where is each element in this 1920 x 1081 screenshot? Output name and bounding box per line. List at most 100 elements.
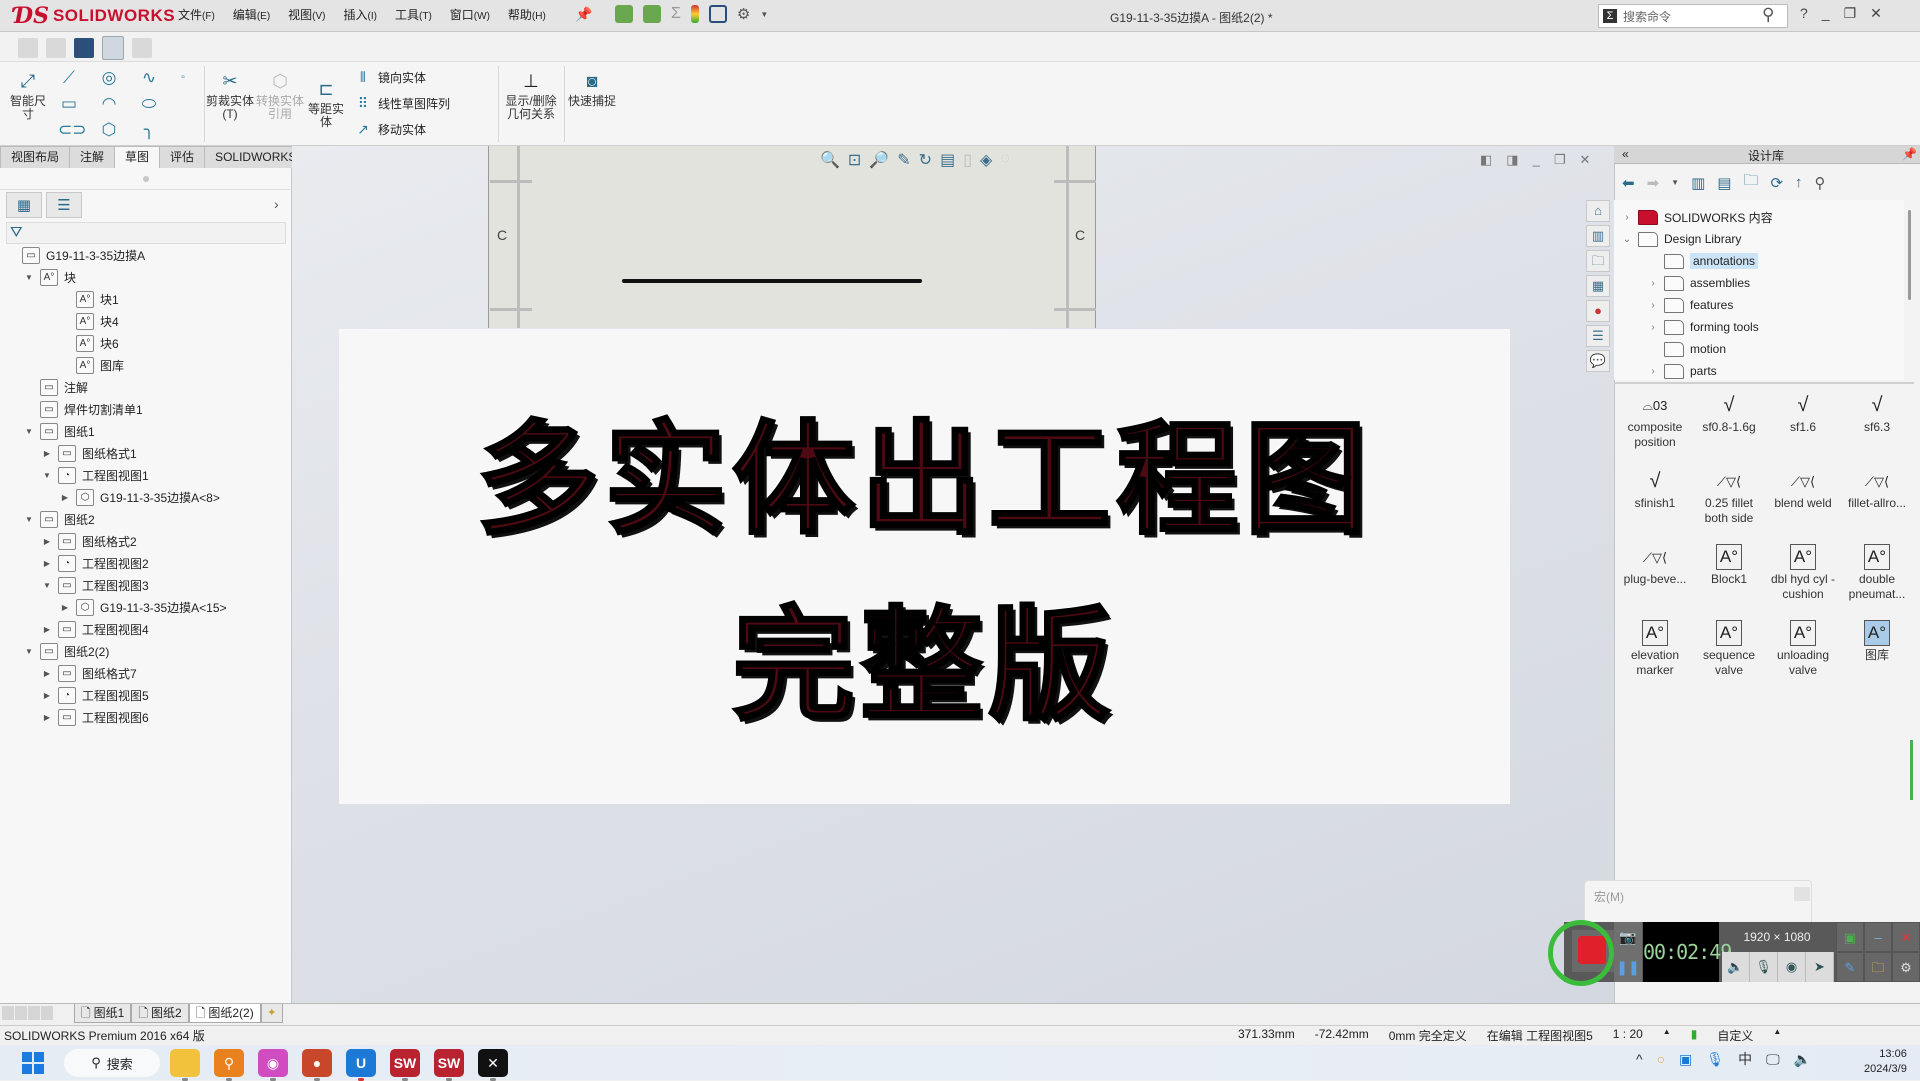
tree-item[interactable]: ▶ ◔ 工程图视图5 — [42, 684, 149, 706]
tree-item[interactable]: ▼ A° 块 — [24, 266, 76, 288]
webcam-icon[interactable]: ◉ — [1778, 952, 1806, 982]
volume-icon[interactable]: 🔈 — [1794, 1051, 1811, 1068]
new-document-icon[interactable] — [18, 38, 38, 58]
library-item[interactable]: A° unloading valve — [1766, 618, 1840, 686]
drawing-edge-line[interactable] — [622, 279, 922, 283]
zoom-to-fit-icon[interactable]: 🔍 — [820, 150, 840, 170]
rebuild-status-icon[interactable]: ▮ — [1681, 1027, 1708, 1044]
rectangle-icon[interactable]: ▭ — [58, 94, 80, 114]
collapsed-arrow-icon[interactable]: ▶ — [60, 603, 70, 612]
tree-item[interactable]: ▼ ▭ 图纸2 — [24, 508, 95, 530]
chevron-down-icon[interactable]: ▼ — [760, 10, 768, 19]
select-cursor-icon[interactable] — [102, 36, 124, 60]
expand-arrow-icon[interactable]: › — [1622, 212, 1632, 223]
options-icon[interactable] — [132, 38, 152, 58]
expanded-arrow-icon[interactable]: ▼ — [24, 273, 34, 282]
tree-item[interactable]: A° 图库 — [60, 354, 124, 376]
library-item[interactable]: ⟋▽⟨ blend weld — [1766, 466, 1840, 534]
tree-item[interactable]: ▼ ◔ 工程图视图1 — [42, 464, 149, 486]
expanded-arrow-icon[interactable]: ▼ — [42, 471, 52, 480]
prev-sheet-button[interactable] — [15, 1006, 27, 1020]
collapsed-arrow-icon[interactable]: ▶ — [42, 449, 52, 458]
arc-icon[interactable]: ◠ — [98, 94, 120, 114]
tree-filter-input[interactable] — [6, 222, 286, 244]
tree-item[interactable]: ▶ ◔ 工程图视图2 — [42, 552, 149, 574]
solidworks-2016-icon[interactable]: SW — [390, 1049, 420, 1081]
expanded-arrow-icon[interactable]: ▼ — [24, 647, 34, 656]
expand-arrow-icon[interactable]: › — [1648, 278, 1658, 289]
library-folder[interactable]: annotations — [1648, 250, 1759, 272]
tab-sketch[interactable]: 草图 — [114, 146, 161, 168]
feature-manager-tab[interactable]: ▦ — [6, 192, 42, 218]
doc-close-icon[interactable]: ✕ — [1579, 152, 1590, 168]
zoom-in-out-icon[interactable]: 🔎 — [869, 150, 889, 170]
file-explorer-icon[interactable] — [170, 1049, 200, 1081]
sheet-tab-2[interactable]: 🗋 图纸2 — [131, 1004, 189, 1023]
doc-restore-icon[interactable]: ❐ — [1554, 152, 1566, 168]
tray-overflow-icon[interactable]: ^ — [1636, 1051, 1643, 1067]
expand-arrow-icon[interactable]: › — [1648, 300, 1658, 311]
collapsed-arrow-icon[interactable]: ▶ — [42, 537, 52, 546]
add-file-location-icon[interactable]: ▤ — [1717, 174, 1731, 192]
menu-window[interactable]: 窗口(W) — [450, 6, 490, 23]
tree-item[interactable]: A° 块6 — [60, 332, 119, 354]
trim-entities-button[interactable]: ✂ 剪裁实体(T) — [206, 70, 254, 121]
add-to-library-icon[interactable]: ▥ — [1691, 174, 1705, 192]
collapsed-arrow-icon[interactable]: ▶ — [42, 625, 52, 634]
minimize-icon[interactable]: _ — [1822, 5, 1830, 22]
library-item[interactable]: A° dbl hyd cyl - cushion — [1766, 542, 1840, 610]
create-folder-icon[interactable]: 🗀 — [1743, 170, 1758, 195]
doc-minimize-icon[interactable]: _ — [1533, 152, 1540, 168]
tree-item[interactable]: ▭ 注解 — [24, 376, 88, 398]
library-folder[interactable]: › features — [1648, 294, 1733, 316]
redraw-icon[interactable]: ↻ — [919, 150, 932, 170]
move-entities-button[interactable]: ↗ 移动实体 — [354, 121, 426, 138]
forward-icon[interactable]: ➡ — [1647, 174, 1660, 192]
splitter-handle[interactable] — [143, 176, 149, 182]
history-dropdown-icon[interactable]: ▼ — [1671, 178, 1679, 187]
units-up-icon[interactable]: ▲ — [1763, 1027, 1791, 1044]
microphone-tray-icon[interactable]: 🎙 — [1706, 1051, 1724, 1068]
tree-item[interactable]: ▶ ⬡ G19-11-3-35边摸A<8> — [60, 486, 220, 508]
fullscreen-area-icon[interactable]: ▣ — [1836, 922, 1864, 952]
input-method-icon[interactable]: 中 — [1738, 1049, 1752, 1069]
add-sheet-button[interactable]: ✦ — [260, 1004, 283, 1023]
library-item[interactable]: ⟋▽⟨ 0.25 fillet both side — [1692, 466, 1766, 534]
library-item[interactable]: A° Block1 — [1692, 542, 1766, 610]
library-folder[interactable]: › SOLIDWORKS 内容 — [1622, 206, 1773, 228]
tree-item[interactable]: ▭ G19-11-3-35边摸A — [6, 244, 145, 266]
forum-icon[interactable]: 💬 — [1586, 350, 1610, 372]
menu-edit[interactable]: 编辑(E) — [233, 6, 270, 23]
folder-icon[interactable]: 🗀 — [1864, 952, 1892, 982]
user-icon[interactable] — [615, 5, 633, 23]
library-item[interactable]: A° 图库 — [1840, 618, 1914, 686]
library-folder[interactable]: › forming tools — [1648, 316, 1759, 338]
close-icon[interactable]: ✕ — [1870, 5, 1882, 22]
screenshot-camera-icon[interactable]: 📷 — [1614, 922, 1642, 952]
search-commands-input[interactable]: Σ 搜索命令 — [1598, 4, 1788, 28]
tab-view-layout[interactable]: 视图布局 — [0, 146, 71, 168]
expand-arrow-icon[interactable]: › — [1648, 366, 1658, 377]
unit-system[interactable]: 自定义 — [1707, 1027, 1763, 1044]
network-icon[interactable]: 🖵 — [1766, 1051, 1780, 1068]
collapsed-arrow-icon[interactable]: ▶ — [60, 493, 70, 502]
library-item[interactable]: ⌓03 composite position — [1618, 390, 1692, 458]
smart-dimension-button[interactable]: ⤢ 智能尺寸 — [6, 70, 50, 121]
mirror-entities-button[interactable]: ⫴ 镜向实体 — [354, 69, 426, 86]
pin-menu-icon[interactable]: 📌 — [575, 6, 592, 23]
refresh-icon[interactable]: ⟳ — [1770, 174, 1783, 192]
menu-insert[interactable]: 插入(I) — [344, 6, 377, 23]
library-item[interactable]: ⟋▽⟨ fillet-allro... — [1840, 466, 1914, 534]
tree-item[interactable]: ▶ ⬡ G19-11-3-35边摸A<15> — [60, 596, 227, 618]
tree-item[interactable]: ▼ ▭ 工程图视图3 — [42, 574, 149, 596]
restore-icon[interactable]: ❐ — [1844, 5, 1857, 22]
rebuild-icon[interactable] — [46, 38, 66, 58]
zoom-to-area-icon[interactable]: ⊡ — [848, 150, 861, 170]
fillet-icon[interactable]: ╮ — [138, 120, 160, 140]
scale-up-icon[interactable]: ▲ — [1653, 1027, 1681, 1044]
tencent-tray-icon[interactable]: ▣ — [1679, 1051, 1692, 1068]
custom-properties-icon[interactable]: ☰ — [1586, 325, 1610, 347]
search-icon[interactable]: ⚲ — [1762, 5, 1774, 25]
tree-item[interactable]: A° 块1 — [60, 288, 119, 310]
back-icon[interactable]: ⬅ — [1622, 174, 1635, 192]
